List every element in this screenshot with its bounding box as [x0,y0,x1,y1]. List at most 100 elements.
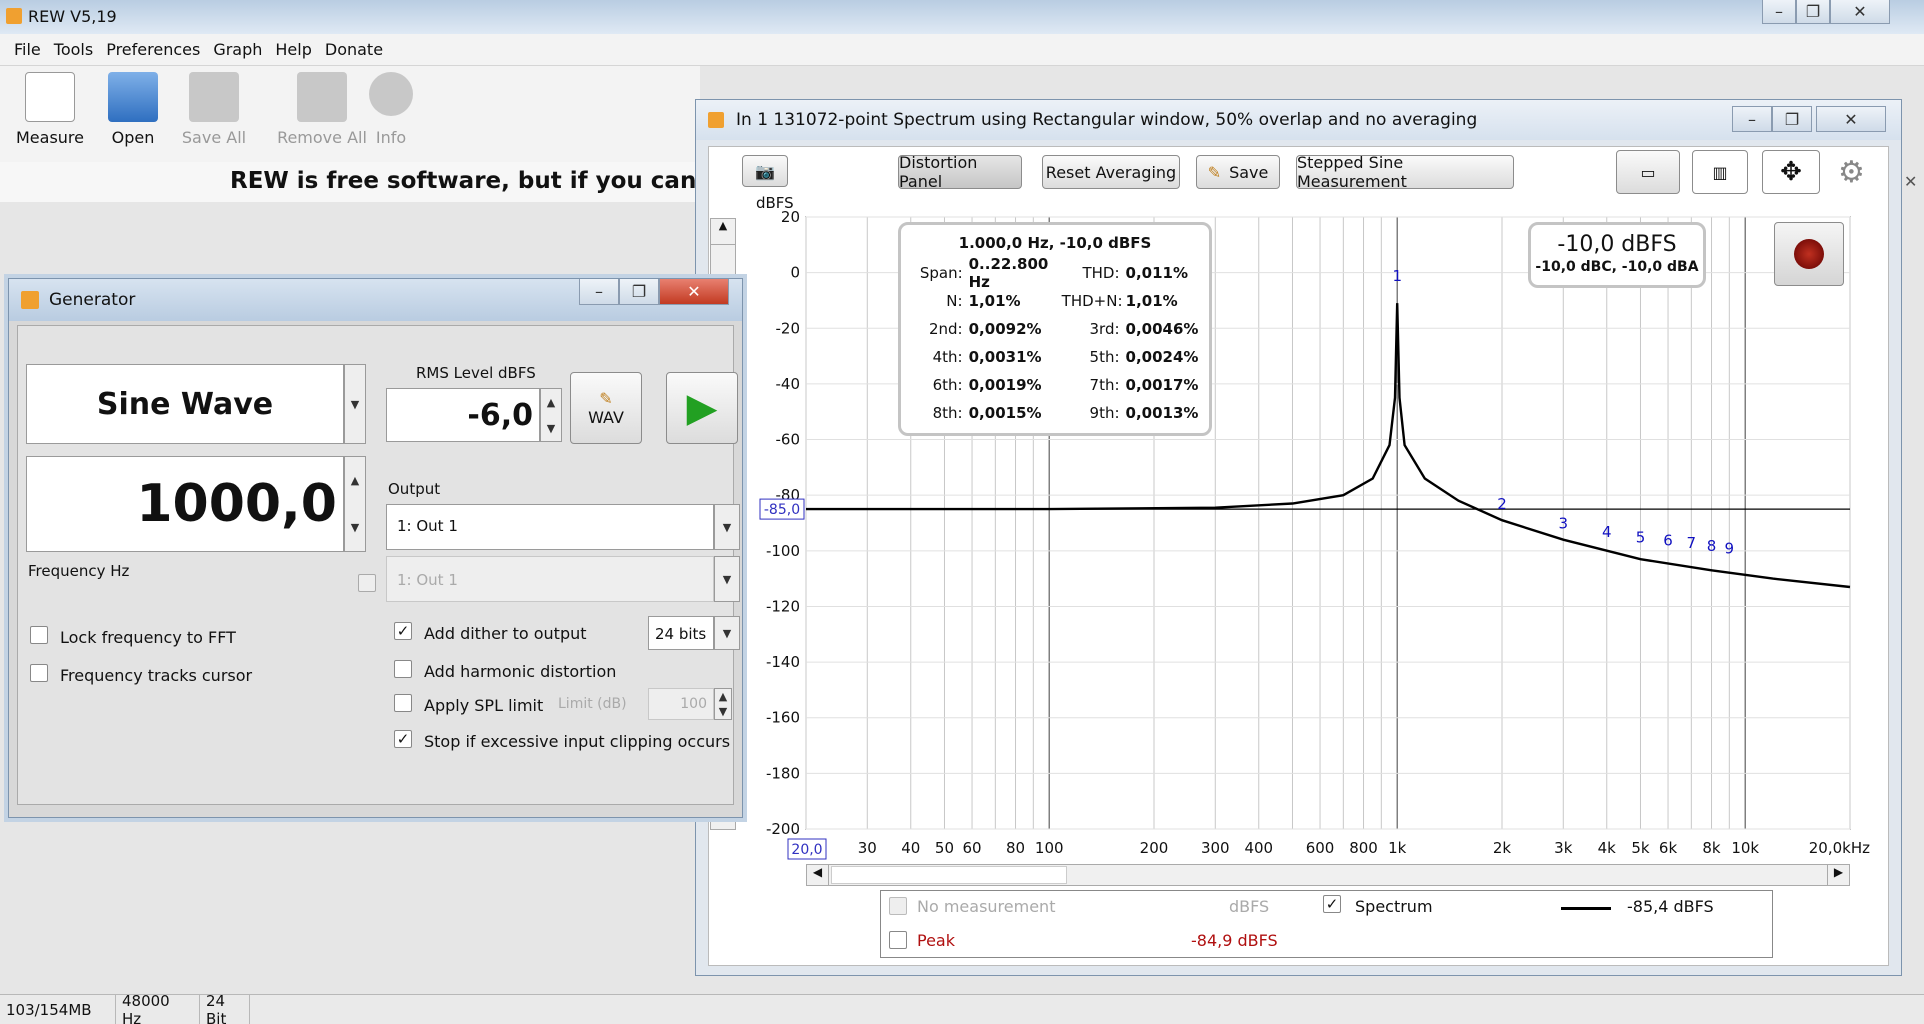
gen-maximize-button[interactable]: ❐ [619,279,659,305]
graph-layout-icon[interactable]: ▭ [1616,150,1680,194]
y-tick-label: -100 [766,542,800,560]
output-select[interactable]: 1: Out 1 [386,504,714,550]
chevron-down-icon[interactable]: ▼ [345,504,365,551]
info-button[interactable]: Info [351,72,431,147]
chevron-down-icon[interactable]: ▼ [541,415,561,441]
y-tick-label: -180 [766,764,800,782]
x-tick-label: 50 [935,839,954,857]
rms-stepper[interactable]: ▲ ▼ [540,388,562,442]
spectrum-checkbox[interactable]: ✓ [1323,895,1341,913]
output2-select[interactable]: 1: Out 1 [386,556,714,602]
add-dither-checkbox[interactable]: ✓ [394,622,412,640]
save-all-icon [189,72,239,122]
camera-icon: 📷 [755,161,775,181]
gen-minimize-button[interactable]: – [579,279,619,305]
output-dropdown-button[interactable]: ▼ [714,504,740,550]
dist-value: 1,01% [968,292,1021,310]
rms-label: RMS Level dBFS [416,364,536,382]
generator-titlebar: Generator – ❐ ✕ [9,279,742,321]
menu-file[interactable]: File [14,40,41,59]
add-harmonic-checkbox[interactable] [394,660,412,678]
limit-stepper[interactable]: ▲ ▼ [714,688,732,720]
scroll-left-icon[interactable]: ◀ [807,865,829,885]
menu-help[interactable]: Help [275,40,311,59]
measure-icon [25,72,75,122]
menu-tools[interactable]: Tools [54,40,93,59]
dither-bits-select[interactable]: 24 bits [648,616,714,650]
frequency-label: Frequency Hz [28,562,130,580]
java-icon [21,291,39,309]
spec-save-button[interactable]: ✎ Save [1196,155,1280,189]
dist-value: 0,0019% [968,376,1042,394]
lock-fft-checkbox[interactable] [30,626,48,644]
save-icon: ✎ [1207,162,1222,182]
y-tick-label: -20 [776,319,801,337]
level-sub: -10,0 dBC, -10,0 dBA [1535,259,1699,275]
wav-button[interactable]: ✎ WAV [570,372,642,444]
output2-dropdown-button[interactable]: ▼ [714,556,740,602]
signal-type-select[interactable]: Sine Wave [26,364,344,444]
y-tick-label: 0 [790,264,800,282]
stepped-sine-button[interactable]: Stepped Sine Measurement [1296,153,1514,191]
limit-input[interactable]: 100 [648,688,714,720]
no-measurement-label: No measurement [917,897,1056,916]
dist-value: 0,0031% [968,348,1042,366]
play-button[interactable]: ▶ [666,372,738,444]
menu-donate[interactable]: Donate [325,40,383,59]
limits-icon[interactable]: ▥ [1692,150,1748,194]
chevron-down-icon[interactable]: ▼ [715,704,731,719]
chevron-down-icon: ▼ [722,572,732,586]
spec-maximize-button[interactable]: ❐ [1772,106,1812,132]
no-measurement-checkbox[interactable] [889,897,907,915]
dist-label: 2nd: [928,320,963,338]
peak-checkbox[interactable] [889,931,907,949]
toolbar: Measure Open Save All Remove All Info [0,66,700,162]
remove-all-icon [297,72,347,122]
x-scrollbar[interactable]: ◀ ▶ [806,864,1850,886]
measure-button[interactable]: Measure [10,72,90,147]
spec-minimize-button[interactable]: – [1732,106,1772,132]
peak-label: Peak [917,931,955,950]
spec-close-button[interactable]: ✕ [1816,106,1886,132]
spectrum-legend-value: -85,4 dBFS [1627,897,1714,916]
dist-label: 9th: [1089,404,1120,422]
menu-graph[interactable]: Graph [213,40,262,59]
close-button[interactable]: ✕ [1830,0,1890,24]
rms-level-input[interactable]: -6,0 [386,388,540,442]
dist-label: THD: [1082,264,1120,282]
stop-clipping-checkbox[interactable]: ✓ [394,730,412,748]
minimize-button[interactable]: – [1762,0,1796,24]
camera-button[interactable]: 📷 [742,155,788,187]
distortion-panel-button[interactable]: Distortion Panel [898,153,1022,191]
panel-close-icon[interactable]: ✕ [1904,172,1917,191]
chevron-up-icon[interactable]: ▲ [541,389,561,415]
scroll-right-icon[interactable]: ▶ [1827,865,1849,885]
menu-preferences[interactable]: Preferences [106,40,200,59]
harmonic-marker: 8 [1707,537,1717,555]
x-tick-label: 5k [1631,839,1650,857]
chevron-up-icon[interactable]: ▲ [345,457,365,504]
save-all-button[interactable]: Save All [174,72,254,147]
tracks-cursor-checkbox[interactable] [30,664,48,682]
frequency-input[interactable]: 1000,0 [26,456,344,552]
apply-spl-checkbox[interactable] [394,694,412,712]
x-scroll-thumb[interactable] [831,866,1067,884]
spectrum-title: In 1 131072-point Spectrum using Rectang… [736,110,1478,130]
maximize-button[interactable]: ❐ [1796,0,1830,24]
memory-status: 103/154MB [0,994,116,1024]
tracks-cursor-label: Frequency tracks cursor [60,666,253,685]
output2-checkbox[interactable] [358,574,376,592]
chevron-up-icon[interactable]: ▲ [715,689,731,704]
dither-bits-dropdown[interactable]: ▼ [714,616,740,650]
frequency-stepper[interactable]: ▲ ▼ [344,456,366,552]
legend: No measurement dBFS ✓ Spectrum -85,4 dBF… [880,890,1773,958]
spectrum-chart[interactable]: 200-20-40-60-80-100-120-140-160-180-2003… [700,200,1880,880]
y-tick-label: -160 [766,709,800,727]
reset-averaging-button[interactable]: Reset Averaging [1042,155,1180,189]
gear-icon[interactable]: ⚙ [1838,155,1865,190]
record-button[interactable] [1774,222,1844,286]
pan-arrows-icon[interactable]: ✥ [1762,150,1820,194]
signal-dropdown-button[interactable]: ▼ [344,364,366,444]
open-button[interactable]: Open [93,72,173,147]
gen-close-button[interactable]: ✕ [659,279,729,305]
